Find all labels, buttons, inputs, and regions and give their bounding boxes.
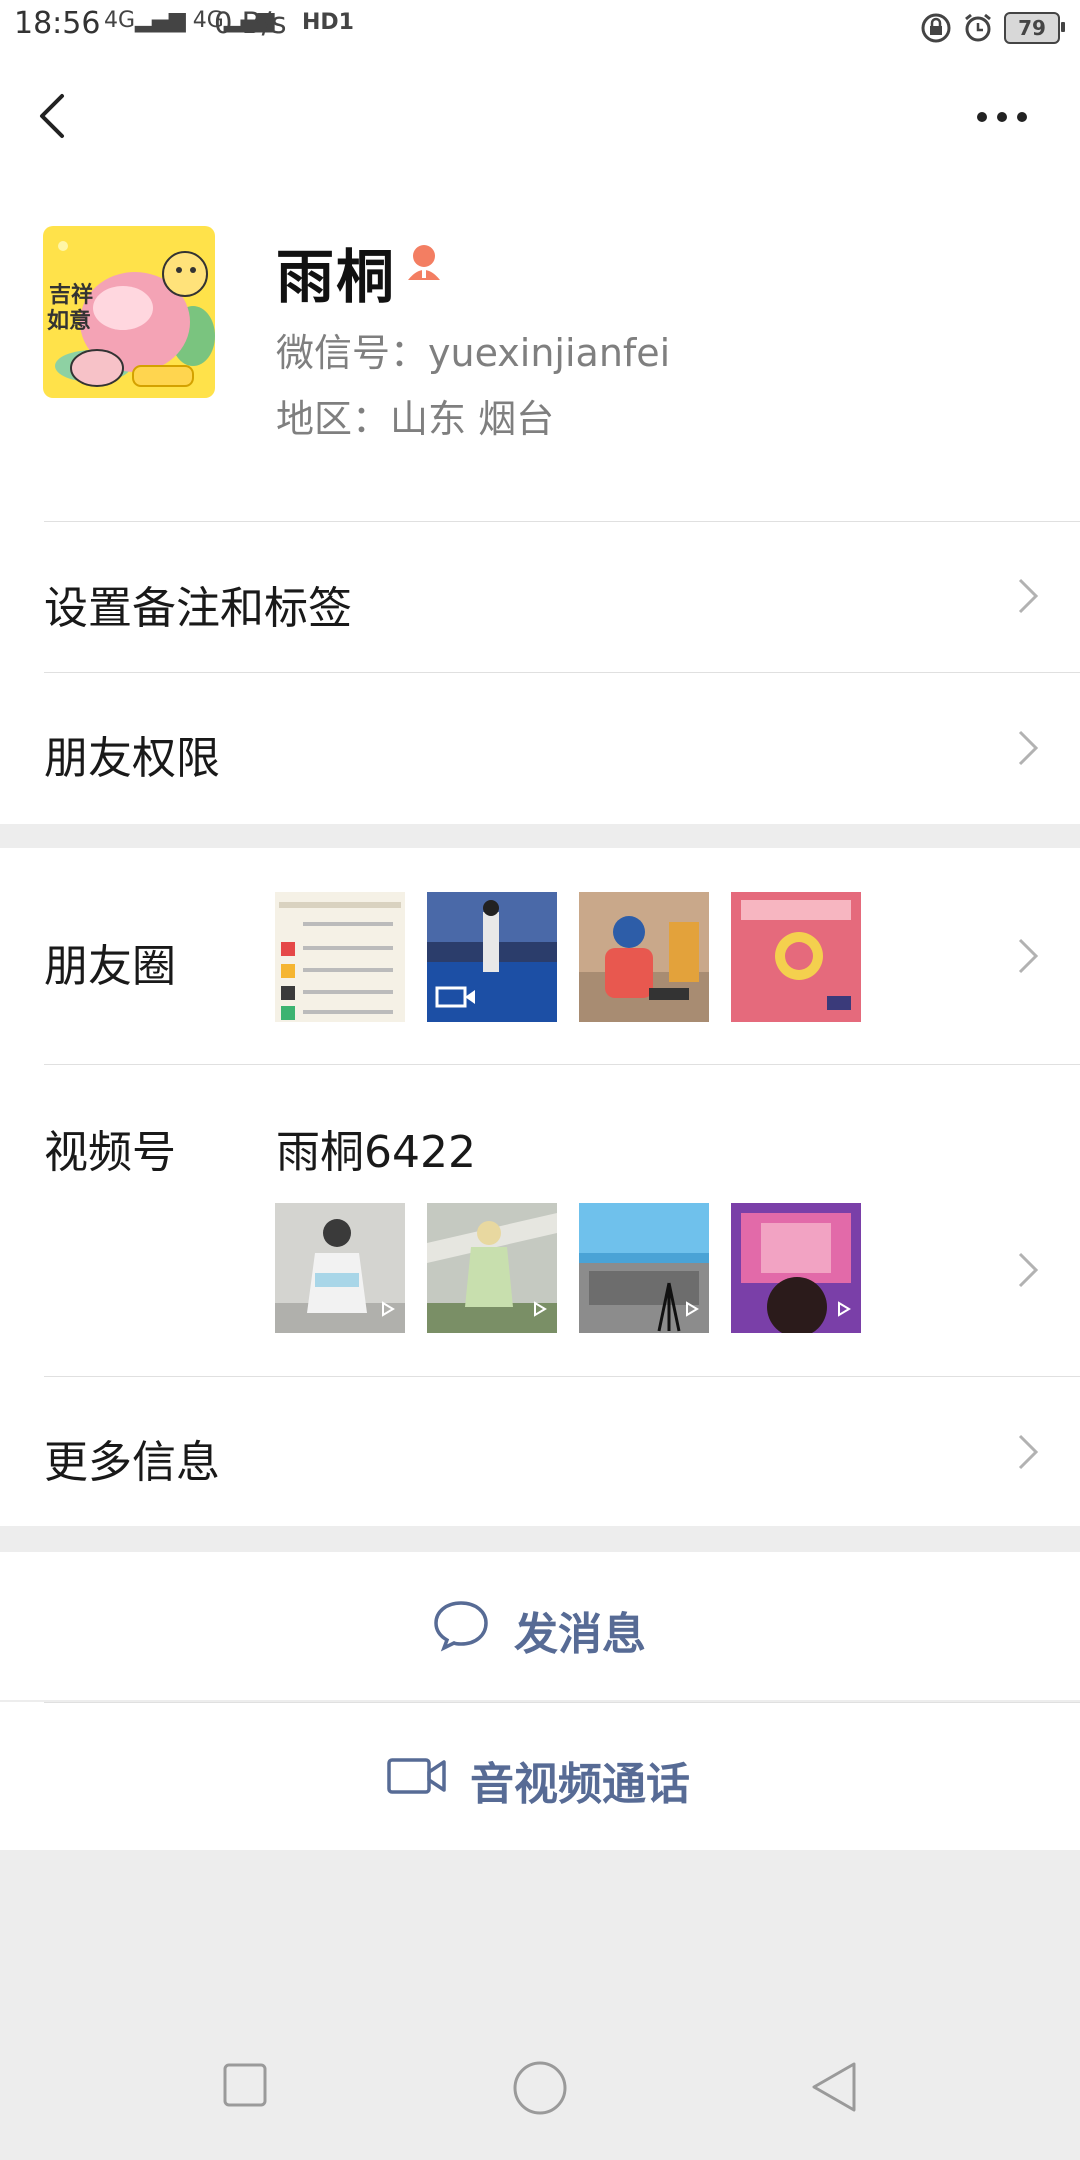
network-type-1: 4G bbox=[104, 8, 136, 33]
battery-indicator: 79 bbox=[1004, 12, 1065, 44]
divider bbox=[44, 521, 1080, 522]
remark-tags-label: 设置备注和标签 bbox=[44, 583, 352, 634]
moments-thumbnail-1 bbox=[275, 892, 405, 1022]
chevron-right-icon bbox=[1018, 578, 1039, 614]
network-speed: 0 B/s bbox=[214, 6, 287, 40]
alarm-icon bbox=[965, 13, 991, 42]
contact-name: 雨桐 bbox=[276, 243, 397, 311]
chat-bubble-icon bbox=[434, 1601, 488, 1652]
channels-account-name: 雨桐6422 bbox=[276, 1127, 476, 1178]
moments-label: 朋友圈 bbox=[44, 941, 176, 992]
region: 地区：山东 烟台 bbox=[276, 397, 555, 441]
back-nav-icon[interactable] bbox=[808, 2060, 858, 2114]
chevron-right-icon bbox=[1018, 1434, 1039, 1470]
svg-text:吉祥: 吉祥 bbox=[49, 282, 93, 308]
divider bbox=[44, 1064, 1080, 1065]
chevron-right-icon bbox=[1018, 1252, 1039, 1288]
divider bbox=[44, 1702, 1080, 1703]
back-icon[interactable] bbox=[24, 86, 84, 146]
more-info-label: 更多信息 bbox=[44, 1437, 220, 1488]
recent-apps-icon[interactable] bbox=[222, 2062, 268, 2108]
status-bar: 18:56 4G▂▄▆ 4G▂▄▆ 0 B/s HD1 79 bbox=[0, 0, 1080, 56]
video-camera-icon bbox=[387, 1758, 446, 1794]
moments-row[interactable]: 朋友圈 bbox=[0, 848, 1080, 1064]
system-navigation-bar bbox=[0, 2040, 1080, 2160]
moments-thumbnail-4 bbox=[731, 892, 861, 1022]
moments-thumbnail-3 bbox=[579, 892, 709, 1022]
avatar[interactable]: 吉祥 如意 bbox=[43, 226, 215, 398]
friend-permissions-row[interactable]: 朋友权限 bbox=[0, 672, 1080, 824]
channels-thumbnail-2 bbox=[427, 1203, 557, 1333]
divider bbox=[44, 672, 1080, 673]
chevron-right-icon bbox=[1018, 938, 1039, 974]
send-message-button[interactable]: 发消息 bbox=[0, 1552, 1080, 1700]
video-call-button[interactable]: 音视频通话 bbox=[0, 1702, 1080, 1850]
more-info-row[interactable]: 更多信息 bbox=[0, 1376, 1080, 1526]
more-options-icon[interactable] bbox=[962, 92, 1042, 142]
friend-permissions-label: 朋友权限 bbox=[44, 733, 220, 784]
moments-thumbnail-2 bbox=[427, 892, 557, 1022]
wechat-id: 微信号：yuexinjianfei bbox=[276, 331, 671, 375]
profile-header: 吉祥 如意 雨桐 微信号：yuexinjianfei 地区：山东 烟台 bbox=[0, 56, 1080, 520]
hd-voice-indicator: HD1 bbox=[302, 10, 354, 35]
rotation-lock-icon bbox=[921, 13, 951, 43]
svg-text:如意: 如意 bbox=[47, 308, 91, 334]
remark-tags-row[interactable]: 设置备注和标签 bbox=[0, 520, 1080, 672]
send-message-label: 发消息 bbox=[514, 1609, 646, 1660]
chevron-right-icon bbox=[1018, 730, 1039, 766]
channels-label: 视频号 bbox=[44, 1127, 176, 1178]
video-call-label: 音视频通话 bbox=[470, 1759, 690, 1810]
battery-level: 79 bbox=[1018, 16, 1046, 40]
status-time: 18:56 bbox=[14, 6, 101, 41]
channels-row[interactable]: 视频号 雨桐6422 bbox=[0, 1064, 1080, 1376]
home-icon[interactable] bbox=[512, 2060, 568, 2116]
female-gender-icon bbox=[408, 245, 440, 280]
channels-thumbnail-3 bbox=[579, 1203, 709, 1333]
channels-thumbnail-1 bbox=[275, 1203, 405, 1333]
divider bbox=[44, 1376, 1080, 1377]
channels-thumbnail-4 bbox=[731, 1203, 861, 1333]
